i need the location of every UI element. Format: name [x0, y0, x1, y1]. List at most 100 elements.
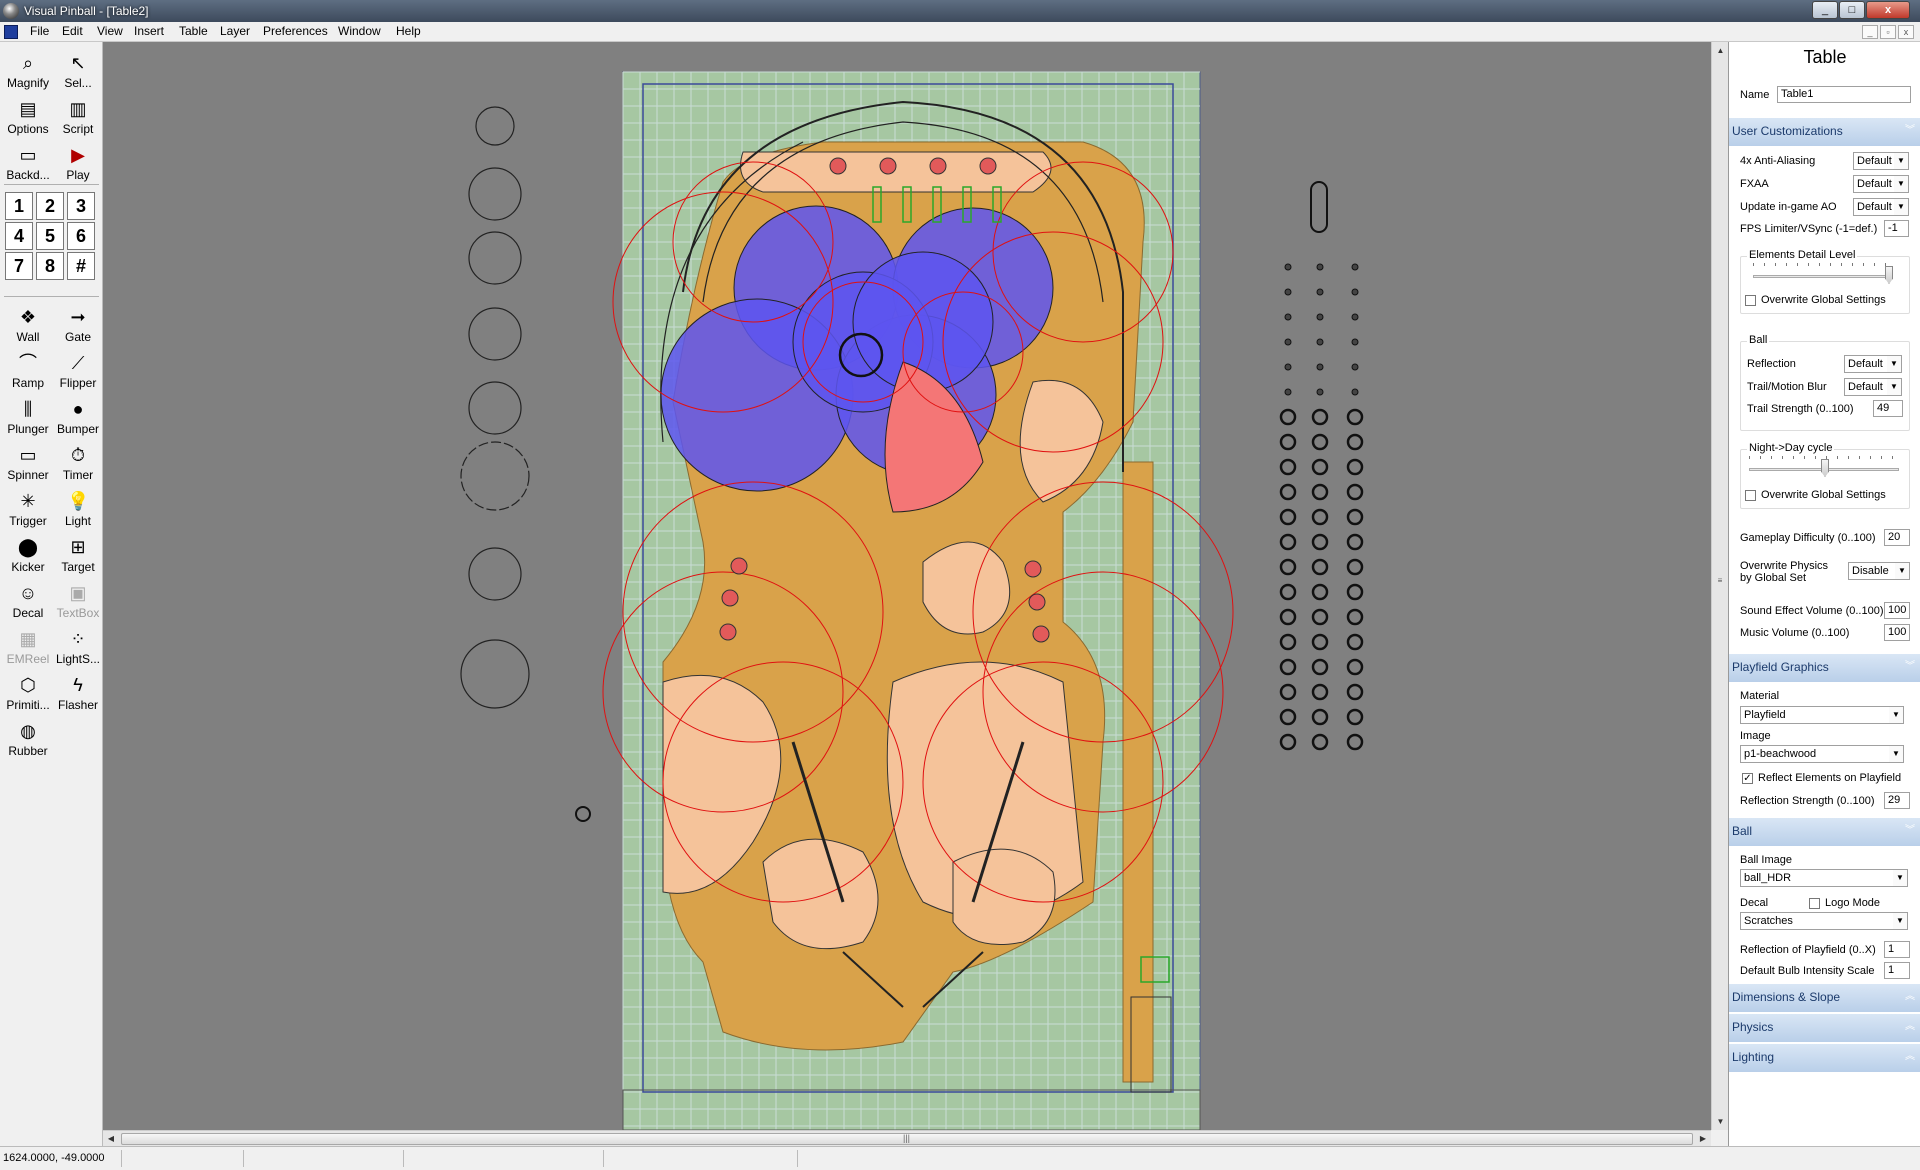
section-user-customizations[interactable]: User Customizations ︾ [1729, 118, 1920, 146]
light-array-bulb [1311, 458, 1329, 476]
section-dimensions-slope[interactable]: Dimensions & Slope ︽ [1729, 984, 1920, 1012]
scroll-left-icon[interactable]: ◀ [103, 1131, 119, 1147]
night-day-slider[interactable] [1749, 456, 1899, 480]
bulb-intensity-field[interactable]: 1 [1884, 962, 1910, 979]
scroll-down-icon[interactable]: ▼ [1712, 1113, 1729, 1130]
menu-file[interactable]: File [30, 24, 49, 38]
reflection-select[interactable]: Default ▼ [1844, 355, 1902, 373]
tool-options[interactable]: ▤ Options [3, 94, 53, 140]
menu-preferences[interactable]: Preferences [263, 24, 328, 38]
tool-plunger[interactable]: ⫼ Plunger [3, 394, 53, 440]
section-ball[interactable]: Ball ︾ [1729, 818, 1920, 846]
tool-wall[interactable]: ❖ Wall [3, 302, 53, 348]
logo-mode-checkbox[interactable] [1809, 898, 1820, 909]
minimize-button[interactable]: _ [1812, 1, 1838, 19]
close-button[interactable]: x [1866, 1, 1910, 19]
tool-primiti[interactable]: ⬡ Primiti... [3, 670, 53, 716]
layer-button-3[interactable]: 3 [67, 192, 95, 220]
scroll-right-icon[interactable]: ▶ [1695, 1131, 1711, 1147]
layer-button-7[interactable]: 7 [5, 252, 33, 280]
detail-overwrite-checkbox[interactable] [1745, 295, 1756, 306]
detail-level-slider[interactable] [1753, 263, 1893, 287]
layer-button-8[interactable]: 8 [36, 252, 64, 280]
aa-select[interactable]: Default ▼ [1853, 152, 1909, 170]
slider-thumb[interactable] [1821, 459, 1829, 477]
menu-layer[interactable]: Layer [220, 24, 250, 38]
mdi-minimize-icon[interactable]: _ [1862, 25, 1878, 39]
name-field[interactable]: Table1 [1777, 86, 1911, 103]
table-editor-canvas[interactable] [103, 42, 1711, 1130]
tool-gate[interactable]: ➞ Gate [53, 302, 103, 348]
tool-target[interactable]: ⊞ Target [53, 532, 103, 578]
menu-table[interactable]: Table [179, 24, 208, 38]
music-volume-field[interactable]: 100 [1884, 624, 1910, 641]
document-icon[interactable] [4, 25, 18, 39]
layer-button-2[interactable]: 2 [36, 192, 64, 220]
tool-spinner[interactable]: ▭ Spinner [3, 440, 53, 486]
reflection-playfield-field[interactable]: 1 [1884, 941, 1910, 958]
horizontal-scrollbar[interactable]: ◀ ||| ▶ [103, 1130, 1711, 1146]
toolbox: ⌕ Magnify ↖ Sel... ▤ Options ▥ Script ▭ Backd... ▶… [0, 42, 103, 1146]
fps-field[interactable]: -1 [1884, 220, 1909, 237]
tool-bumper[interactable]: ● Bumper [53, 394, 103, 440]
difficulty-field[interactable]: 20 [1884, 529, 1910, 546]
slider-thumb[interactable] [1885, 266, 1893, 284]
tool-trigger[interactable]: ✳ Trigger [3, 486, 53, 532]
tool-script[interactable]: ▥ Script [53, 94, 103, 140]
tool-flipper[interactable]: ⟋ Flipper [53, 348, 103, 394]
rubber-post [719, 623, 737, 641]
tool-play[interactable]: ▶ Play [53, 140, 103, 186]
layer-button-4[interactable]: 4 [5, 222, 33, 250]
menu-edit[interactable]: Edit [62, 24, 83, 38]
shooter-lane-wood [1122, 461, 1154, 1083]
ao-select[interactable]: Default ▼ [1853, 198, 1909, 216]
playfield-drawing[interactable] [103, 42, 1711, 1130]
difficulty-label: Gameplay Difficulty (0..100) [1740, 532, 1876, 544]
reflect-elements-checkbox[interactable]: ✓ [1742, 773, 1753, 784]
tool-ramp[interactable]: ⌒ Ramp [3, 348, 53, 394]
trail-blur-select[interactable]: Default ▼ [1844, 378, 1902, 396]
layer-button-1[interactable]: 1 [5, 192, 33, 220]
overwrite-physics-select[interactable]: Disable ▼ [1848, 562, 1910, 580]
scroll-up-icon[interactable]: ▲ [1712, 42, 1729, 59]
layer-button-5[interactable]: 5 [36, 222, 64, 250]
menu-view[interactable]: View [97, 24, 123, 38]
layer-button-6[interactable]: 6 [67, 222, 95, 250]
menu-bar: File Edit View Insert Table Layer Prefer… [0, 22, 1920, 42]
vertical-scrollbar[interactable]: ▲ ≡ ▼ [1711, 42, 1728, 1130]
rubber-post [879, 157, 897, 175]
left-primitive [468, 381, 522, 435]
tool-decal[interactable]: ☺ Decal [3, 578, 53, 624]
menu-insert[interactable]: Insert [134, 24, 164, 38]
section-playfield-graphics[interactable]: Playfield Graphics ︾ [1729, 654, 1920, 682]
maximize-button[interactable]: □ [1839, 1, 1865, 19]
light-array-bulb [1311, 558, 1329, 576]
tool-lights[interactable]: ⁘ LightS... [53, 624, 103, 670]
light-array-bulb [1311, 733, 1329, 751]
tool-flasher[interactable]: ϟ Flasher [53, 670, 103, 716]
mdi-restore-icon[interactable]: ▫ [1880, 25, 1896, 39]
reflection-strength-field[interactable]: 29 [1884, 792, 1910, 809]
menu-help[interactable]: Help [396, 24, 421, 38]
image-select[interactable]: p1-beachwood ▼ [1740, 745, 1904, 763]
tool-kicker[interactable]: ⬤ Kicker [3, 532, 53, 578]
tool-magnify[interactable]: ⌕ Magnify [3, 48, 53, 94]
tool-backd[interactable]: ▭ Backd... [3, 140, 53, 186]
ball-image-select[interactable]: ball_HDR ▼ [1740, 869, 1908, 887]
sound-volume-field[interactable]: 100 [1884, 602, 1910, 619]
mdi-close-icon[interactable]: x [1898, 25, 1914, 39]
layer-button-all[interactable]: # [67, 252, 95, 280]
tool-rubber[interactable]: ◍ Rubber [3, 716, 53, 762]
trail-strength-field[interactable]: 49 [1873, 400, 1903, 417]
menu-window[interactable]: Window [338, 24, 381, 38]
decal-select[interactable]: Scratches ▼ [1740, 912, 1908, 930]
section-lighting[interactable]: Lighting ︽ [1729, 1044, 1920, 1072]
tool-light[interactable]: 💡 Light [53, 486, 103, 532]
tool-sel[interactable]: ↖ Sel... [53, 48, 103, 94]
fxaa-select[interactable]: Default ▼ [1853, 175, 1909, 193]
material-select[interactable]: Playfield ▼ [1740, 706, 1904, 724]
night-overwrite-checkbox[interactable] [1745, 490, 1756, 501]
tool-timer[interactable]: ⏱ Timer [53, 440, 103, 486]
light-array-bulb [1279, 608, 1297, 626]
section-physics[interactable]: Physics ︽ [1729, 1014, 1920, 1042]
